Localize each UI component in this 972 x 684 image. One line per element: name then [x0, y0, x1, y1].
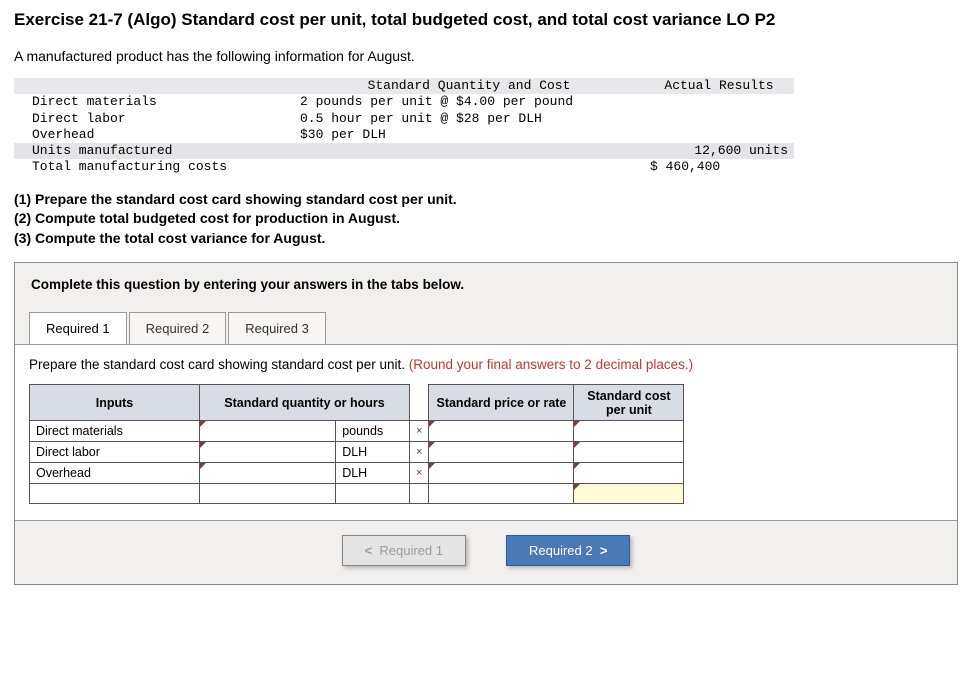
- answer-grid: Inputs Standard quantity or hours Standa…: [29, 384, 684, 504]
- grid-cost-output[interactable]: [574, 421, 684, 442]
- tab-required-2[interactable]: Required 2: [129, 312, 227, 344]
- question-2: (2) Compute total budgeted cost for prod…: [14, 210, 400, 226]
- grid-row-label: Direct labor: [30, 442, 200, 463]
- grid-empty: [200, 484, 336, 504]
- info-row-std: $30 per DLH: [294, 127, 644, 143]
- prev-button-label: Required 1: [379, 543, 443, 558]
- multiply-symbol: ×: [410, 421, 429, 442]
- question-1: (1) Prepare the standard cost card showi…: [14, 191, 457, 207]
- info-row-label: Direct labor: [14, 111, 294, 127]
- chevron-left-icon: <: [365, 543, 373, 558]
- info-row-std: [294, 143, 644, 159]
- grid-rate-input[interactable]: [429, 421, 574, 442]
- exercise-title: Exercise 21-7 (Algo) Standard cost per u…: [14, 10, 958, 30]
- chevron-right-icon: >: [600, 543, 608, 558]
- grid-qty-input[interactable]: [200, 442, 336, 463]
- grid-row-label: Overhead: [30, 463, 200, 484]
- grid-header-inputs: Inputs: [30, 385, 200, 421]
- tab-required-3[interactable]: Required 3: [228, 312, 326, 344]
- info-row-act: [644, 127, 794, 143]
- question-3: (3) Compute the total cost variance for …: [14, 230, 325, 246]
- grid-rate-input[interactable]: [429, 463, 574, 484]
- info-row-label: Overhead: [14, 127, 294, 143]
- grid-unit[interactable]: DLH: [336, 463, 410, 484]
- info-header-actual: Actual Results: [644, 78, 794, 94]
- grid-unit[interactable]: pounds: [336, 421, 410, 442]
- grid-empty: [429, 484, 574, 504]
- info-row-act: [644, 111, 794, 127]
- grid-total-output[interactable]: [574, 484, 684, 504]
- tab-prompt: Prepare the standard cost card showing s…: [29, 357, 943, 372]
- info-header-standard: Standard Quantity and Cost: [294, 78, 644, 94]
- multiply-symbol: ×: [410, 442, 429, 463]
- tab-prompt-note: (Round your final answers to 2 decimal p…: [409, 357, 693, 372]
- prev-button[interactable]: < Required 1: [342, 535, 466, 566]
- grid-row-label: Direct materials: [30, 421, 200, 442]
- grid-empty: [336, 484, 410, 504]
- grid-header-scpu: Standard cost per unit: [574, 385, 684, 421]
- info-row-label: Total manufacturing costs: [14, 159, 294, 175]
- info-row-std: 0.5 hour per unit @ $28 per DLH: [294, 111, 644, 127]
- grid-cost-output[interactable]: [574, 463, 684, 484]
- grid-header-spr: Standard price or rate: [429, 385, 574, 421]
- grid-empty: [410, 484, 429, 504]
- info-row-act: $ 460,400: [644, 159, 794, 175]
- next-button-label: Required 2: [529, 543, 593, 558]
- answer-box: Complete this question by entering your …: [14, 262, 958, 585]
- grid-unit[interactable]: DLH: [336, 442, 410, 463]
- box-instruction: Complete this question by entering your …: [15, 263, 957, 312]
- info-table: Standard Quantity and Cost Actual Result…: [14, 78, 794, 176]
- grid-cost-output[interactable]: [574, 442, 684, 463]
- info-row-std: [294, 159, 644, 175]
- grid-qty-input[interactable]: [200, 421, 336, 442]
- info-row-label: Direct materials: [14, 94, 294, 110]
- nav-row: < Required 1 Required 2 >: [15, 521, 957, 584]
- next-button[interactable]: Required 2 >: [506, 535, 630, 566]
- tab-row: Required 1 Required 2 Required 3: [15, 312, 957, 344]
- grid-total-label[interactable]: [30, 484, 200, 504]
- tab-body: Prepare the standard cost card showing s…: [15, 344, 957, 521]
- grid-rate-input[interactable]: [429, 442, 574, 463]
- info-row-label: Units manufactured: [14, 143, 294, 159]
- info-row-act: 12,600 units: [644, 143, 794, 159]
- info-row-std: 2 pounds per unit @ $4.00 per pound: [294, 94, 644, 110]
- tab-prompt-main: Prepare the standard cost card showing s…: [29, 357, 409, 372]
- question-list: (1) Prepare the standard cost card showi…: [14, 190, 958, 249]
- info-row-act: [644, 94, 794, 110]
- intro-text: A manufactured product has the following…: [14, 48, 958, 64]
- grid-qty-input[interactable]: [200, 463, 336, 484]
- multiply-symbol: ×: [410, 463, 429, 484]
- grid-header-sqh: Standard quantity or hours: [200, 385, 410, 421]
- tab-required-1[interactable]: Required 1: [29, 312, 127, 344]
